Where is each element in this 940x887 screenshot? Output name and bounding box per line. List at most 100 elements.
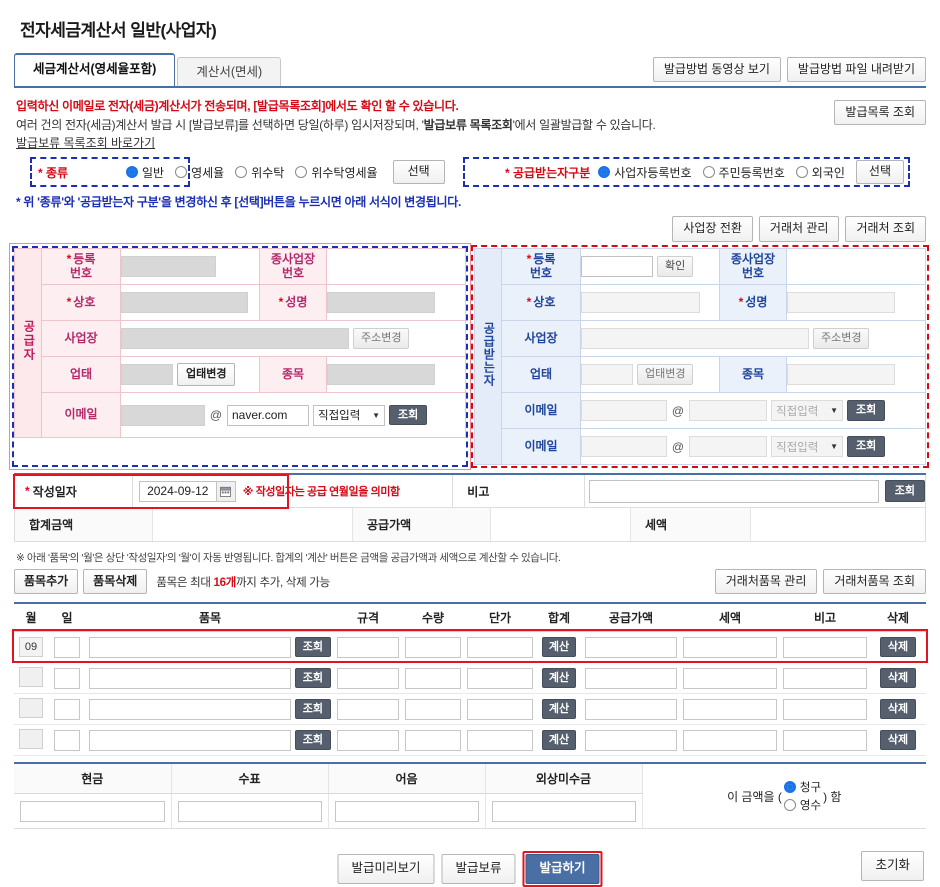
type-option-zero-rate[interactable]: 영세율 [175,164,224,181]
row-tax-input[interactable] [683,667,777,689]
recipient-email2-lookup-button[interactable]: 조회 [847,436,886,457]
row-spec-input[interactable] [337,729,399,751]
radio-icon[interactable] [235,166,248,178]
radio-icon[interactable] [795,166,808,178]
supplier-change-address-button[interactable]: 주소변경 [353,328,410,349]
remark-input[interactable] [588,479,879,503]
recipient-address-input[interactable] [581,328,809,349]
row-remark-input[interactable] [783,636,867,658]
tab-tax-invoice[interactable]: 세금계산서(영세율포함) [14,53,176,86]
search-client-items-button[interactable]: 거래처품목 조회 [823,569,926,595]
row-item-lookup-button[interactable]: 조회 [294,668,331,689]
recipient-bizitem-input[interactable] [787,364,895,385]
recipient-option-resident-no[interactable]: 주민등록번호 [702,164,785,181]
recipient-regno-input[interactable] [581,256,653,277]
row-price-input[interactable] [467,729,533,751]
row-item-input[interactable] [89,698,291,720]
issue-method-file-button[interactable]: 발급방법 파일 내려받기 [786,56,926,82]
row-delete-button[interactable]: 삭제 [879,699,917,720]
recipient-select-button[interactable]: 선택 [855,160,904,184]
hold-issue-button[interactable]: 발급보류 [441,854,516,884]
amount-option-receipt[interactable]: 영수 [783,797,821,813]
preview-issue-button[interactable]: 발급미리보기 [337,854,435,884]
row-qty-input[interactable] [405,698,461,720]
recipient-email1-domain-select[interactable]: 직접입력 ▼ [771,400,843,421]
supplier-email-domain-select[interactable]: 직접입력 ▼ [313,404,385,426]
recipient-company-input[interactable] [581,292,700,313]
recipient-email1-id-input[interactable] [581,400,667,421]
radio-icon[interactable] [783,781,796,794]
supplier-name-input[interactable] [327,292,435,313]
row-spec-input[interactable] [337,698,399,720]
amount-option-claim[interactable]: 청구 [783,779,821,795]
type-option-consignment-zero[interactable]: 위수탁영세율 [295,164,378,181]
recipient-name-input[interactable] [787,292,895,313]
row-calc-button[interactable]: 계산 [541,730,577,751]
row-item-input[interactable] [89,729,291,751]
row-day-input[interactable] [54,636,80,658]
row-qty-input[interactable] [405,636,461,658]
check-input[interactable] [177,800,322,822]
radio-icon[interactable] [783,799,796,812]
row-day-input[interactable] [54,698,80,720]
supplier-email-lookup-button[interactable]: 조회 [389,404,428,426]
recipient-confirm-button[interactable]: 확인 [657,256,694,277]
type-select-button[interactable]: 선택 [392,160,445,184]
recipient-change-address-button[interactable]: 주소변경 [813,328,870,349]
row-delete-button[interactable]: 삭제 [879,637,917,658]
issue-list-button[interactable]: 발급목록 조회 [834,100,926,126]
supplier-biztype-input[interactable] [121,364,173,385]
type-option-consignment[interactable]: 위수탁 [235,164,284,181]
row-item-lookup-button[interactable]: 조회 [294,730,331,751]
row-qty-input[interactable] [405,667,461,689]
row-remark-input[interactable] [783,698,867,720]
reset-button[interactable]: 초기화 [861,851,924,881]
recipient-email1-lookup-button[interactable]: 조회 [847,400,886,421]
recipient-option-foreigner[interactable]: 외국인 [795,164,845,181]
cash-input[interactable] [20,800,165,822]
supplier-address-input[interactable] [121,328,349,349]
row-tax-input[interactable] [683,729,777,751]
recipient-option-biz-no[interactable]: 사업자등록번호 [598,164,692,181]
add-item-button[interactable]: 품목추가 [14,569,79,595]
row-qty-input[interactable] [405,729,461,751]
search-client-button[interactable]: 거래처 조회 [845,216,926,242]
row-price-input[interactable] [467,698,533,720]
write-date-input[interactable]: 2024-09-12 [138,480,217,502]
type-option-general[interactable]: 일반 [126,164,164,181]
delete-item-button[interactable]: 품목삭제 [83,569,148,595]
supplier-bizitem-input[interactable] [327,364,435,385]
row-day-input[interactable] [54,667,80,689]
row-day-input[interactable] [54,729,80,751]
supplier-email-domain-input[interactable]: naver.com [227,404,309,426]
row-calc-button[interactable]: 계산 [541,699,577,720]
note-input[interactable] [334,800,479,822]
row-supply-input[interactable] [585,667,677,689]
supplier-company-input[interactable] [121,292,248,313]
calendar-icon[interactable] [216,480,236,502]
recipient-biztype-input[interactable] [581,364,633,385]
row-spec-input[interactable] [337,636,399,658]
radio-icon[interactable] [126,166,138,178]
tab-invoice-exempt[interactable]: 계산서(면세) [177,57,282,86]
row-remark-input[interactable] [783,667,867,689]
issue-method-video-button[interactable]: 발급방법 동영상 보기 [652,56,781,82]
row-price-input[interactable] [467,667,533,689]
row-item-lookup-button[interactable]: 조회 [294,699,331,720]
hold-list-link[interactable]: 발급보류 목록조회 바로가기 [16,134,834,151]
recipient-change-biztype-button[interactable]: 업태변경 [637,364,694,385]
supplier-change-biztype-button[interactable]: 업태변경 [177,363,236,386]
row-remark-input[interactable] [783,729,867,751]
row-item-input[interactable] [89,667,291,689]
row-tax-input[interactable] [683,636,777,658]
row-tax-input[interactable] [683,698,777,720]
switch-business-button[interactable]: 사업장 전환 [672,216,753,242]
row-item-input[interactable] [89,636,291,658]
row-item-lookup-button[interactable]: 조회 [294,637,331,658]
supplier-regno-input[interactable] [121,256,216,277]
row-supply-input[interactable] [585,636,677,658]
row-calc-button[interactable]: 계산 [541,637,577,658]
manage-client-button[interactable]: 거래처 관리 [758,216,840,242]
radio-icon[interactable] [295,166,308,178]
supplier-email-id-input[interactable] [121,404,205,426]
